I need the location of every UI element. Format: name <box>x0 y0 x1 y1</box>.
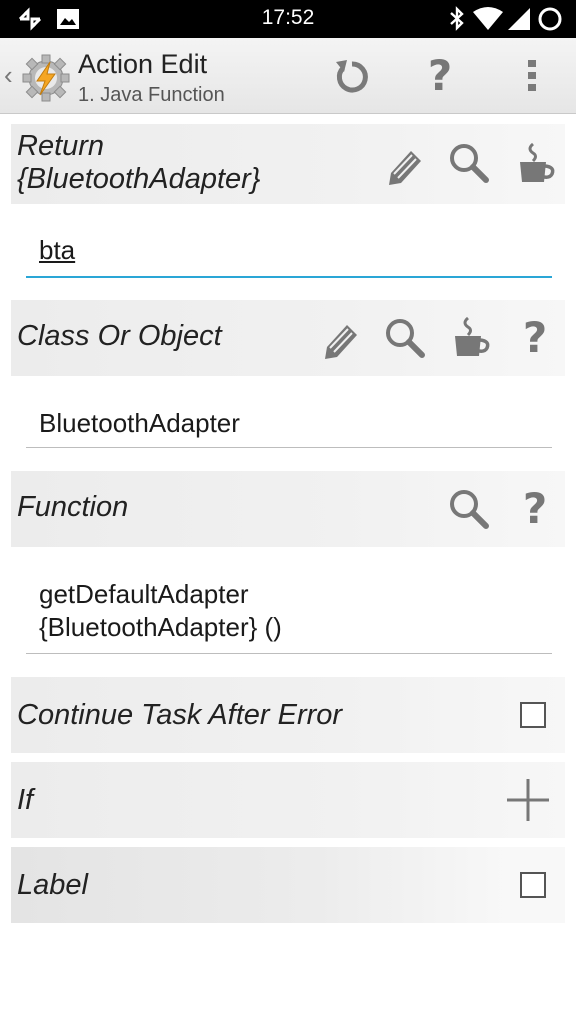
page-subtitle: 1. Java Function <box>78 84 225 106</box>
return-label-line1: Return <box>17 130 105 162</box>
class-help-button[interactable]: ? <box>510 313 560 363</box>
wifi-icon <box>473 7 503 30</box>
pencil-icon <box>325 325 357 359</box>
return-label: Return {BluetoothAdapter} <box>17 130 260 196</box>
help-icon: ? <box>522 313 548 362</box>
search-icon <box>386 319 425 358</box>
class-object-value: BluetoothAdapter <box>39 408 240 438</box>
if-row[interactable]: If <box>11 762 565 838</box>
overflow-menu-button[interactable] <box>510 54 554 98</box>
return-variable-input[interactable]: bta <box>26 226 552 278</box>
class-label: Class Or Object <box>17 320 222 352</box>
continue-task-label: Continue Task After Error <box>17 699 343 731</box>
return-variable-value: bta <box>39 235 76 265</box>
coffee-cup-icon <box>455 316 490 356</box>
action-bar: ‹ Action Edit 1. Java Function ? <box>0 38 576 114</box>
coffee-cup-icon <box>520 142 555 182</box>
class-section-header: Class Or Object ? <box>11 300 565 376</box>
search-icon <box>450 490 489 529</box>
overflow-menu-icon <box>528 60 536 91</box>
page-title: Action Edit <box>78 49 208 79</box>
label-row[interactable]: Label <box>11 847 565 923</box>
class-search-button[interactable] <box>380 313 430 363</box>
continue-task-checkbox[interactable] <box>520 702 546 728</box>
return-search-button[interactable] <box>444 138 494 188</box>
bluetooth-icon <box>450 6 464 31</box>
input-underline <box>26 276 552 278</box>
status-bar: 17:52 <box>0 0 576 38</box>
return-edit-button[interactable] <box>380 140 430 190</box>
function-name: getDefaultAdapter <box>39 579 249 609</box>
label-label: Label <box>17 869 88 901</box>
function-value: getDefaultAdapter {BluetoothAdapter} () <box>39 578 282 644</box>
pencil-icon <box>389 151 421 185</box>
tasker-logo-icon[interactable] <box>20 52 72 104</box>
class-java-button[interactable] <box>445 312 495 362</box>
search-icon <box>450 144 489 183</box>
battery-icon <box>538 7 562 31</box>
function-label: Function <box>17 491 129 523</box>
help-icon: ? <box>522 484 548 533</box>
return-label-type: {BluetoothAdapter} <box>17 163 261 195</box>
function-search-button[interactable] <box>444 484 494 534</box>
back-chevron-icon[interactable]: ‹ <box>4 60 13 91</box>
reset-button[interactable] <box>330 54 374 98</box>
function-input[interactable]: getDefaultAdapter {BluetoothAdapter} () <box>26 574 552 654</box>
cell-signal-icon <box>508 8 530 30</box>
function-help-button[interactable]: ? <box>510 484 560 534</box>
return-section-header: Return {BluetoothAdapter} <box>11 124 565 204</box>
class-edit-button[interactable] <box>316 314 366 364</box>
reset-icon <box>336 60 368 93</box>
if-label: If <box>17 784 34 816</box>
function-section-header: Function ? <box>11 471 565 547</box>
help-button[interactable]: ? <box>418 54 462 98</box>
function-signature: {BluetoothAdapter} () <box>39 612 282 642</box>
class-object-input[interactable]: BluetoothAdapter <box>26 400 552 448</box>
help-icon: ? <box>427 51 453 100</box>
label-checkbox[interactable] <box>520 872 546 898</box>
continue-task-row[interactable]: Continue Task After Error <box>11 677 565 753</box>
input-underline <box>26 653 552 654</box>
input-underline <box>26 447 552 448</box>
plus-icon <box>507 779 549 821</box>
return-java-button[interactable] <box>510 138 560 188</box>
add-condition-button[interactable] <box>503 775 553 825</box>
